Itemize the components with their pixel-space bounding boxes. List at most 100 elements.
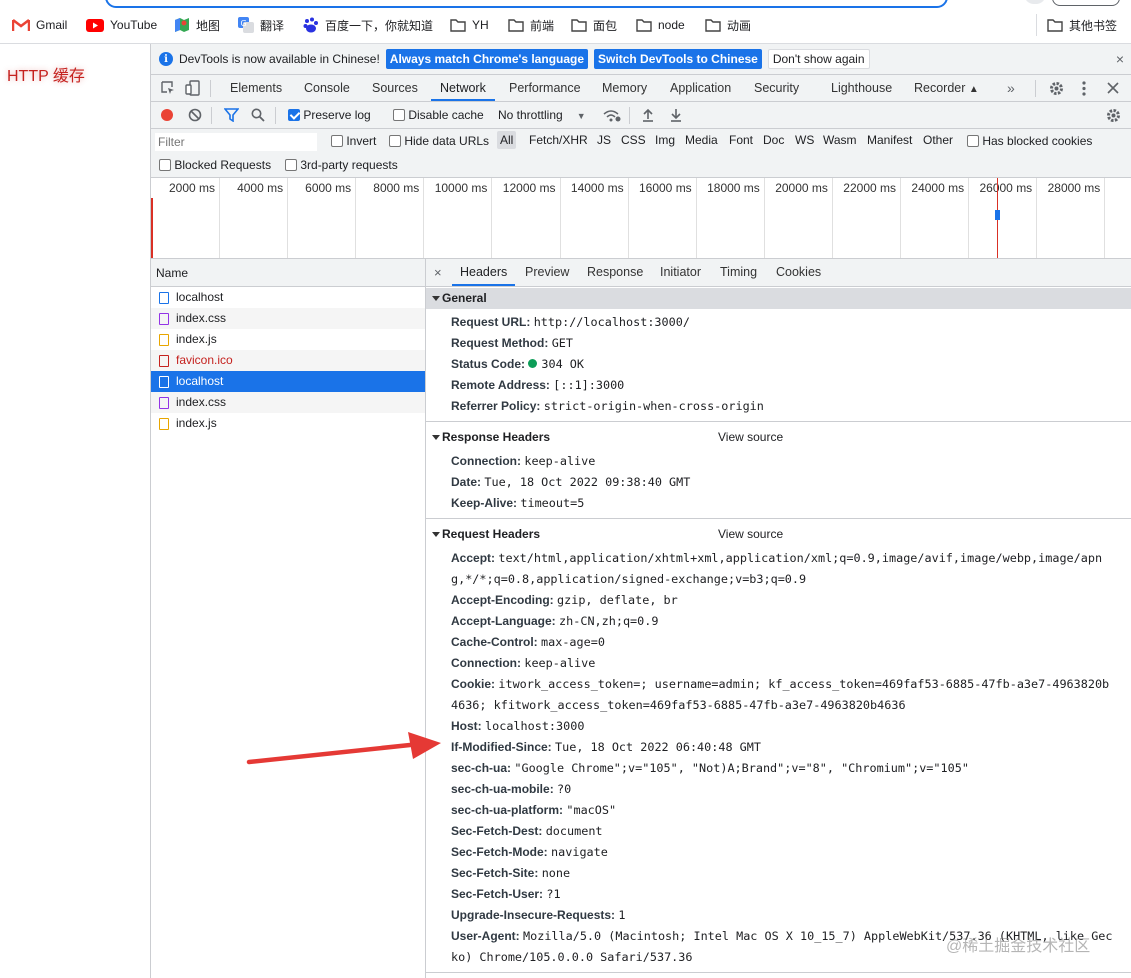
kebab-menu-icon[interactable] [1082, 81, 1086, 96]
tab-memory[interactable]: Memory [602, 75, 647, 101]
network-overview-timeline[interactable]: 2000 ms 4000 ms 6000 ms 8000 ms 10000 ms 1200… [151, 178, 1131, 259]
type-filter-fetch-xhr[interactable]: Fetch/XHR [529, 133, 588, 147]
view-source-link[interactable]: View source [718, 524, 783, 545]
section-divider [426, 518, 1131, 519]
more-tabs-icon[interactable]: » [1007, 75, 1015, 101]
bookmark-folder-animation[interactable]: 动画 [705, 16, 751, 34]
tab-timing[interactable]: Timing [720, 259, 757, 286]
tab-application[interactable]: Application [670, 75, 731, 101]
request-row[interactable]: index.css [151, 308, 425, 329]
bookmark-folder-frontend[interactable]: 前端 [508, 16, 554, 34]
page-heading: HTTP 缓存 [7, 68, 85, 85]
view-source-link[interactable]: View source [718, 427, 783, 448]
blocked-requests-checkbox[interactable]: Blocked Requests [159, 158, 271, 172]
type-filter-other[interactable]: Other [923, 133, 953, 147]
record-icon[interactable] [160, 108, 174, 122]
header-name: sec-ch-ua-mobile: [451, 782, 554, 796]
response-headers-section-header[interactable]: Response Headers View source [426, 427, 1131, 448]
inspect-element-icon[interactable] [161, 81, 175, 95]
toolbar-divider [211, 107, 212, 124]
settings-gear-icon[interactable] [1049, 81, 1064, 96]
disable-cache-check[interactable] [393, 109, 405, 121]
timeline-gridline [831, 178, 833, 258]
timeline-tick-label: 14000 ms [570, 181, 624, 195]
bookmark-other-bookmarks[interactable]: 其他书签 [1047, 16, 1117, 34]
throttling-select[interactable]: No throttling ▼ [498, 108, 586, 122]
type-filter-js[interactable]: JS [597, 133, 611, 147]
browser-menu-button[interactable] [1052, 0, 1120, 6]
type-filter-media[interactable]: Media [685, 133, 718, 147]
tab-security[interactable]: Security [754, 75, 799, 101]
filter-input[interactable] [155, 133, 317, 151]
type-filter-ws[interactable]: WS [795, 133, 814, 147]
bookmark-gmail[interactable]: Gmail [12, 16, 67, 34]
type-filter-wasm[interactable]: Wasm [823, 133, 857, 147]
invert-checkbox[interactable]: Invert [331, 134, 376, 148]
tab-cookies[interactable]: Cookies [776, 259, 821, 286]
request-row[interactable]: index.js [151, 413, 425, 434]
preserve-log-checkbox[interactable]: Preserve log [288, 108, 371, 122]
bookmark-maps[interactable]: 地图 [174, 16, 220, 34]
type-filter-manifest[interactable]: Manifest [867, 133, 912, 147]
profile-avatar[interactable] [1024, 0, 1046, 4]
switch-to-chinese-button[interactable]: Switch DevTools to Chinese [594, 49, 762, 69]
tab-console[interactable]: Console [304, 75, 350, 101]
request-row[interactable]: localhost [151, 287, 425, 308]
network-settings-gear-icon[interactable] [1106, 108, 1121, 123]
name-column-header[interactable]: Name [151, 259, 425, 287]
request-row[interactable]: index.css [151, 392, 425, 413]
type-filter-css[interactable]: CSS [621, 133, 646, 147]
tab-elements[interactable]: Elements [230, 75, 282, 101]
has-blocked-cookies-check[interactable] [967, 135, 979, 147]
clear-icon[interactable] [188, 108, 202, 122]
bookmark-baidu[interactable]: 百度一下，你就知道 [303, 16, 433, 34]
device-toolbar-icon[interactable] [185, 80, 201, 96]
invert-check[interactable] [331, 135, 343, 147]
dont-show-again-button[interactable]: Don't show again [767, 49, 870, 69]
third-party-requests-checkbox[interactable]: 3rd-party requests [285, 158, 398, 172]
tab-preview[interactable]: Preview [525, 259, 569, 286]
always-match-language-button[interactable]: Always match Chrome's language [385, 49, 589, 69]
request-row[interactable]: index.js [151, 329, 425, 350]
hide-data-urls-check[interactable] [389, 135, 401, 147]
general-section-header[interactable]: General [426, 288, 1131, 309]
infobar-close-icon[interactable]: × [1116, 51, 1124, 67]
tab-performance[interactable]: Performance [509, 75, 581, 101]
export-har-icon[interactable] [670, 108, 682, 122]
filter-icon[interactable] [224, 108, 239, 122]
address-bar[interactable] [105, 0, 948, 8]
bookmark-translate[interactable]: G 翻译 [238, 16, 284, 34]
tab-response[interactable]: Response [587, 259, 643, 286]
disable-cache-checkbox[interactable]: Disable cache [393, 108, 484, 122]
tab-initiator[interactable]: Initiator [660, 259, 701, 286]
tab-recorder[interactable]: Recorder ▲ [914, 75, 979, 101]
type-filter-img[interactable]: Img [655, 133, 675, 147]
close-devtools-icon[interactable] [1107, 82, 1119, 94]
tab-headers[interactable]: Headers [452, 259, 516, 286]
third-party-requests-check[interactable] [285, 159, 297, 171]
blocked-requests-check[interactable] [159, 159, 171, 171]
type-filter-doc[interactable]: Doc [763, 133, 784, 147]
network-conditions-icon[interactable] [603, 109, 621, 122]
bookmark-folder-bread[interactable]: 面包 [571, 16, 617, 34]
type-filter-font[interactable]: Font [729, 133, 753, 147]
bookmark-folder-node[interactable]: node [636, 16, 685, 34]
tab-sources[interactable]: Sources [372, 75, 418, 101]
tab-lighthouse[interactable]: Lighthouse [831, 75, 892, 101]
search-icon[interactable] [251, 108, 265, 122]
request-row[interactable]: localhost [151, 371, 425, 392]
close-details-icon[interactable]: × [434, 259, 442, 286]
type-filter-all[interactable]: All [497, 131, 517, 149]
hide-data-urls-checkbox[interactable]: Hide data URLs [389, 134, 489, 148]
header-row: Connection: keep-alive [451, 451, 1131, 472]
import-har-icon[interactable] [642, 108, 654, 122]
header-name: Request Method: [451, 336, 549, 350]
preserve-log-check[interactable] [288, 109, 300, 121]
has-blocked-cookies-checkbox[interactable]: Has blocked cookies [967, 134, 1092, 148]
bookmark-youtube[interactable]: YouTube [86, 16, 157, 34]
request-headers-section-header[interactable]: Request Headers View source [426, 524, 1131, 545]
tab-network[interactable]: Network [431, 75, 495, 101]
throttling-value: No throttling [498, 108, 563, 122]
request-row[interactable]: favicon.ico [151, 350, 425, 371]
bookmark-folder-yh[interactable]: YH [450, 16, 489, 34]
